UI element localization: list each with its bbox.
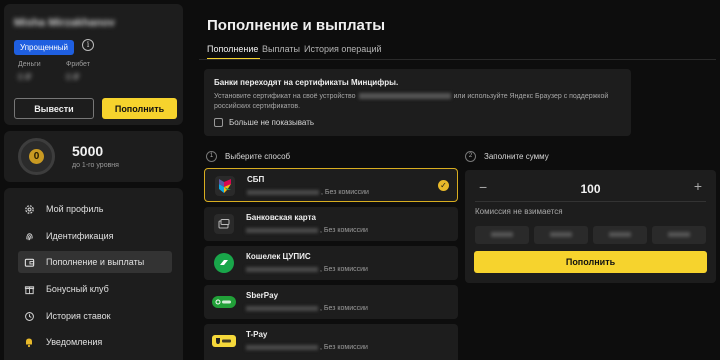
balance-money-value: 0 ₽ [18, 72, 32, 82]
step-enter-amount: 2 Заполните сумму [465, 151, 549, 162]
menu-item-bet-history[interactable]: История ставок [18, 305, 172, 327]
step-label: Заполните сумму [484, 152, 549, 161]
method-limits-redacted [246, 228, 318, 233]
notice-text-start: Установите сертификат на своё устройство [214, 93, 356, 100]
page-title: Пополнение и выплаты [207, 17, 386, 34]
payment-method-bank-card[interactable]: Банковская карта , Без комиссии [204, 207, 458, 241]
active-tab-indicator [207, 58, 260, 59]
step-number: 1 [206, 151, 217, 162]
withdraw-button[interactable]: Вывести [14, 98, 94, 119]
fingerprint-icon [18, 231, 40, 242]
menu-item-payments[interactable]: Пополнение и выплаты [18, 251, 172, 273]
tab-history[interactable]: История операций [304, 44, 382, 54]
certificate-notice: Банки переходят на сертификаты Минцифры.… [204, 69, 631, 136]
wallet-icon [18, 257, 40, 268]
quick-amount-chip[interactable] [534, 226, 588, 244]
step-number: 2 [465, 151, 476, 162]
method-meta: , Без комиссии [246, 266, 368, 273]
sbp-logo-icon [215, 176, 235, 196]
method-fee: , Без комиссии [320, 305, 368, 312]
method-name: Кошелек ЦУПИС [246, 252, 311, 261]
balance-freebet-value: 0 ₽ [66, 72, 80, 82]
method-fee: , Без комиссии [320, 227, 368, 234]
username: Misha Mirzakhanov [14, 17, 115, 29]
step-label: Выберите способ [225, 152, 291, 161]
notice-text: Установите сертификат на своё устройство… [214, 92, 626, 112]
method-meta: , Без комиссии [246, 305, 368, 312]
check-icon: ✓ [438, 180, 449, 191]
tab-topup[interactable]: Пополнение [207, 44, 258, 54]
status-badge: Упрощенный [14, 40, 74, 55]
quick-amount-chip[interactable] [593, 226, 647, 244]
tab-payouts[interactable]: Выплаты [262, 44, 300, 54]
balance-freebet-label: Фрибет [66, 61, 90, 68]
method-name: Банковская карта [246, 213, 316, 222]
level-coin-icon: 0 [29, 149, 44, 164]
amount-card: − 100 + Комиссия не взимается Пополнить [465, 170, 716, 283]
method-limits-redacted [247, 190, 319, 195]
method-meta: , Без комиссии [246, 344, 368, 351]
step-choose-method: 1 Выберите способ [206, 151, 290, 162]
method-name: SberPay [246, 291, 279, 300]
method-limits-redacted [246, 306, 318, 311]
method-meta: , Без комиссии [247, 189, 369, 196]
gear-icon [18, 204, 40, 215]
menu-item-label: Идентификация [46, 231, 114, 241]
payment-method-cupis[interactable]: Кошелек ЦУПИС , Без комиссии [204, 246, 458, 280]
level-points: 5000 [72, 143, 104, 159]
quick-amount-chip[interactable] [475, 226, 529, 244]
tabs-divider [199, 59, 716, 60]
menu-item-bonus-club[interactable]: Бонусный клуб [18, 278, 172, 300]
fee-text: Комиссия не взимается [475, 207, 563, 216]
menu-item-label: Мой профиль [46, 204, 104, 214]
method-name: T-Pay [246, 330, 268, 339]
quick-amount-redacted [550, 232, 572, 237]
method-fee: , Без комиссии [320, 344, 368, 351]
balance-money-label: Деньги [18, 61, 41, 68]
menu-item-label: Пополнение и выплаты [46, 257, 145, 267]
card-icon [214, 214, 234, 234]
sberpay-logo-icon [212, 296, 236, 308]
topup-button[interactable]: Пополнить [102, 98, 177, 119]
level-card[interactable]: 0 5000 до 1-го уровня [4, 131, 183, 182]
quick-amount-chip[interactable] [652, 226, 706, 244]
dont-show-checkbox[interactable] [214, 118, 223, 127]
profile-menu: Мой профиль Идентификация Пополнение и в… [4, 188, 183, 360]
dont-show-label[interactable]: Больше не показывать [229, 118, 314, 127]
method-limits-redacted [246, 267, 318, 272]
method-fee: , Без комиссии [320, 266, 368, 273]
payment-method-tpay[interactable]: T-Pay , Без комиссии [204, 324, 458, 360]
menu-item-notifications[interactable]: Уведомления [18, 331, 172, 353]
amount-input[interactable]: 100 [465, 182, 716, 196]
notice-link-redacted[interactable] [358, 93, 451, 100]
method-limits-redacted [246, 345, 318, 350]
quick-amount-redacted [491, 232, 513, 237]
method-fee: , Без комиссии [321, 189, 369, 196]
menu-item-label: Уведомления [46, 337, 103, 347]
payment-method-sberpay[interactable]: SberPay , Без комиссии [204, 285, 458, 319]
quick-amount-redacted [668, 232, 690, 237]
level-badge: 0 [18, 138, 55, 175]
menu-item-identification[interactable]: Идентификация [18, 225, 172, 247]
increase-amount-button[interactable]: + [694, 178, 702, 194]
bell-icon [18, 336, 40, 348]
gift-icon [18, 284, 40, 295]
account-card: Misha Mirzakhanov Упрощенный i Деньги 0 … [4, 4, 183, 125]
cupis-logo-icon [214, 253, 234, 273]
notice-heading: Банки переходят на сертификаты Минцифры. [214, 78, 399, 87]
submit-topup-button[interactable]: Пополнить [474, 251, 707, 273]
menu-item-label: История ставок [46, 311, 111, 321]
level-caption: до 1-го уровня [72, 162, 119, 169]
amount-underline [475, 201, 706, 202]
menu-item-profile[interactable]: Мой профиль [18, 198, 172, 220]
method-meta: , Без комиссии [246, 227, 368, 234]
menu-item-label: Бонусный клуб [46, 284, 109, 294]
history-icon [18, 311, 40, 322]
method-name: СБП [247, 175, 265, 184]
payment-method-sbp[interactable]: СБП , Без комиссии ✓ [204, 168, 458, 202]
quick-amount-redacted [609, 232, 631, 237]
tpay-logo-icon [212, 335, 236, 347]
info-icon[interactable]: i [82, 39, 94, 51]
